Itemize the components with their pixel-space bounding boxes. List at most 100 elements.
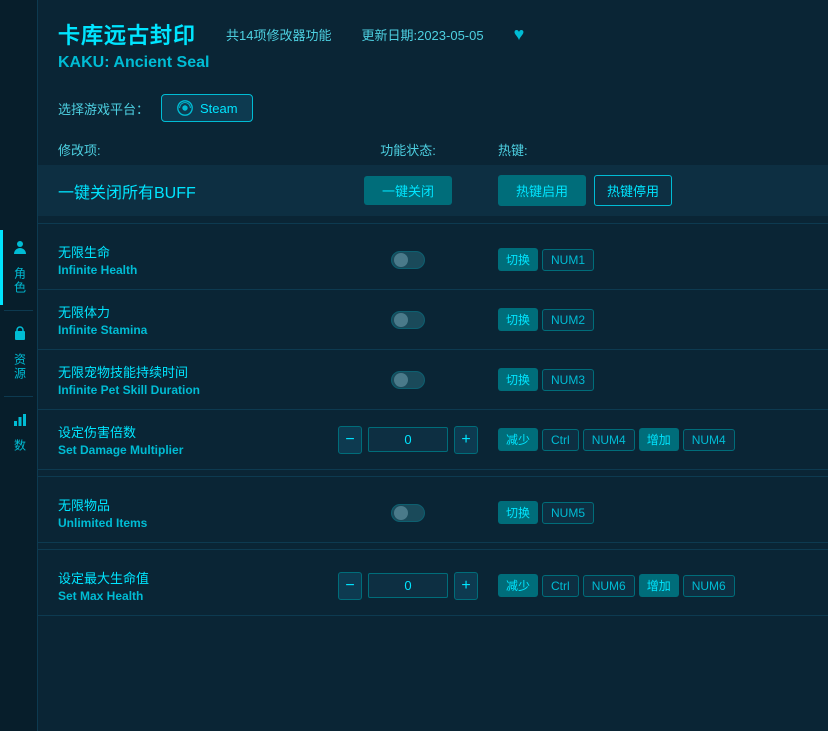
- mod-info-damage-multiplier: 设定伤害倍数 Set Damage Multiplier: [58, 422, 318, 457]
- sidebar: 角色 资源 数: [0, 0, 38, 731]
- platform-row: 选择游戏平台： Steam: [38, 82, 828, 134]
- mod-toggle-unlimited-items: [318, 504, 498, 522]
- col-header-status: 功能状态:: [318, 140, 498, 159]
- hotkey-num-health-dec: NUM6: [583, 575, 635, 597]
- header-meta: 共14项修改器功能 更新日期:2023-05-05 ♥: [226, 24, 524, 45]
- mod-toggle-infinite-stamina: [318, 311, 498, 329]
- bag-icon: [12, 326, 28, 347]
- hotkey-switch-btn-unlimited-items[interactable]: 切换: [498, 501, 538, 524]
- mod-name-cn-set-max-health: 设定最大生命值: [58, 568, 318, 587]
- hotkey-key-infinite-stamina: NUM2: [542, 309, 594, 331]
- hotkey-num-damage-inc: NUM4: [683, 429, 735, 451]
- game-title-cn: 卡库远古封印: [58, 18, 196, 50]
- person-icon: [12, 240, 28, 261]
- toggle-switch-unlimited-items[interactable]: [391, 504, 425, 522]
- mod-info-set-max-health: 设定最大生命值 Set Max Health: [58, 568, 318, 603]
- mod-name-en-damage-multiplier: Set Damage Multiplier: [58, 443, 318, 457]
- game-title-en: KAKU: Ancient Seal: [58, 54, 808, 72]
- stepper-input-damage-multiplier[interactable]: [368, 427, 448, 452]
- mod-hotkey-infinite-pet-skill: 切换 NUM3: [498, 368, 808, 391]
- stepper-increase-btn-set-max-health[interactable]: +: [454, 572, 478, 600]
- mod-hotkey-infinite-stamina: 切换 NUM2: [498, 308, 808, 331]
- sidebar-item-resources[interactable]: 资源: [0, 316, 37, 391]
- mod-hotkey-unlimited-items: 切换 NUM5: [498, 501, 808, 524]
- steam-logo-icon: [176, 99, 194, 117]
- app-container: 角色 资源 数: [0, 0, 828, 731]
- mod-name-en-infinite-stamina: Infinite Stamina: [58, 323, 318, 337]
- hotkey-increase-btn-damage-multiplier[interactable]: 增加: [639, 428, 679, 451]
- update-date: 更新日期:2023-05-05: [361, 25, 483, 44]
- hotkey-switch-btn-infinite-health[interactable]: 切换: [498, 248, 538, 271]
- hotkey-ctrl-damage-dec: Ctrl: [542, 429, 579, 451]
- section-divider-top: [38, 223, 828, 224]
- mod-stepper-damage-multiplier: − +: [318, 426, 498, 454]
- heart-icon[interactable]: ♥: [514, 24, 525, 45]
- mod-row-unlimited-items: 无限物品 Unlimited Items 切换 NUM5: [38, 483, 828, 543]
- stepper-input-set-max-health[interactable]: [368, 573, 448, 598]
- hotkey-enable-button[interactable]: 热键启用: [498, 175, 586, 206]
- mod-name-en-infinite-pet-skill: Infinite Pet Skill Duration: [58, 383, 318, 397]
- mod-row-damage-multiplier: 设定伤害倍数 Set Damage Multiplier − + 减少 Ctrl…: [38, 410, 828, 470]
- mod-name-cn-infinite-stamina: 无限体力: [58, 302, 318, 321]
- mod-name-en-infinite-health: Infinite Health: [58, 263, 318, 277]
- hotkey-key-infinite-pet-skill: NUM3: [542, 369, 594, 391]
- toggle-knob-infinite-pet-skill: [394, 373, 408, 387]
- mod-info-infinite-stamina: 无限体力 Infinite Stamina: [58, 302, 318, 337]
- hotkey-key-infinite-health: NUM1: [542, 249, 594, 271]
- platform-steam-button[interactable]: Steam: [161, 94, 253, 122]
- buff-label-text: 一键关闭所有BUFF: [58, 185, 196, 202]
- total-mods: 共14项修改器功能: [226, 25, 331, 44]
- stepper-decrease-btn-damage-multiplier[interactable]: −: [338, 426, 362, 454]
- buff-row: 一键关闭所有BUFF 一键关闭 热键启用 热键停用: [38, 165, 828, 216]
- sidebar-label-character: 角色: [12, 267, 29, 295]
- hotkey-switch-btn-infinite-pet-skill[interactable]: 切换: [498, 368, 538, 391]
- mod-name-cn-damage-multiplier: 设定伤害倍数: [58, 422, 318, 441]
- mod-name-en-unlimited-items: Unlimited Items: [58, 516, 318, 530]
- toggle-knob-infinite-stamina: [394, 313, 408, 327]
- col-header-hotkey: 热键:: [498, 140, 808, 159]
- sidebar-divider-1: [4, 310, 34, 311]
- stepper-increase-btn-damage-multiplier[interactable]: +: [454, 426, 478, 454]
- stepper-control-damage-multiplier: − +: [338, 426, 478, 454]
- mod-hotkey-infinite-health: 切换 NUM1: [498, 248, 808, 271]
- mod-hotkey-damage-multiplier: 减少 Ctrl NUM4 增加 NUM4: [498, 428, 808, 451]
- mod-name-cn-infinite-health: 无限生命: [58, 242, 318, 261]
- sidebar-item-character[interactable]: 角色: [0, 230, 37, 305]
- mod-row-infinite-health: 无限生命 Infinite Health 切换 NUM1: [38, 230, 828, 290]
- sidebar-label-stats: 数: [12, 439, 29, 453]
- mod-info-infinite-pet-skill: 无限宠物技能持续时间 Infinite Pet Skill Duration: [58, 362, 318, 397]
- hotkey-disable-button[interactable]: 热键停用: [594, 175, 672, 206]
- mod-name-en-set-max-health: Set Max Health: [58, 589, 318, 603]
- mod-name-cn-infinite-pet-skill: 无限宠物技能持续时间: [58, 362, 318, 381]
- mod-toggle-infinite-pet-skill: [318, 371, 498, 389]
- hotkey-ctrl-health-dec: Ctrl: [542, 575, 579, 597]
- hotkey-key-unlimited-items: NUM5: [542, 502, 594, 524]
- section-divider-stats: [38, 549, 828, 550]
- mod-info-infinite-health: 无限生命 Infinite Health: [58, 242, 318, 277]
- toggle-switch-infinite-stamina[interactable]: [391, 311, 425, 329]
- sidebar-item-stats[interactable]: 数: [0, 402, 37, 463]
- section-divider-resources: [38, 476, 828, 477]
- header: 卡库远古封印 共14项修改器功能 更新日期:2023-05-05 ♥ KAKU:…: [38, 0, 828, 82]
- buff-close-button[interactable]: 一键关闭: [364, 176, 452, 205]
- hotkey-increase-btn-set-max-health[interactable]: 增加: [639, 574, 679, 597]
- mod-row-infinite-stamina: 无限体力 Infinite Stamina 切换 NUM2: [38, 290, 828, 350]
- buff-label: 一键关闭所有BUFF: [58, 179, 318, 203]
- toggle-knob-unlimited-items: [394, 506, 408, 520]
- sidebar-divider-2: [4, 396, 34, 397]
- mod-hotkey-set-max-health: 减少 Ctrl NUM6 增加 NUM6: [498, 574, 808, 597]
- stepper-control-set-max-health: − +: [338, 572, 478, 600]
- hotkey-num-damage-dec: NUM4: [583, 429, 635, 451]
- mod-row-infinite-pet-skill: 无限宠物技能持续时间 Infinite Pet Skill Duration 切…: [38, 350, 828, 410]
- platform-steam-label: Steam: [200, 101, 238, 116]
- sidebar-label-resources: 资源: [12, 353, 29, 381]
- stepper-decrease-btn-set-max-health[interactable]: −: [338, 572, 362, 600]
- hotkey-decrease-btn-set-max-health[interactable]: 减少: [498, 574, 538, 597]
- toggle-switch-infinite-health[interactable]: [391, 251, 425, 269]
- toggle-switch-infinite-pet-skill[interactable]: [391, 371, 425, 389]
- hotkey-decrease-btn-damage-multiplier[interactable]: 减少: [498, 428, 538, 451]
- hotkey-num-health-inc: NUM6: [683, 575, 735, 597]
- hotkey-switch-btn-infinite-stamina[interactable]: 切换: [498, 308, 538, 331]
- bar-icon: [12, 412, 28, 433]
- header-top: 卡库远古封印 共14项修改器功能 更新日期:2023-05-05 ♥: [58, 18, 808, 50]
